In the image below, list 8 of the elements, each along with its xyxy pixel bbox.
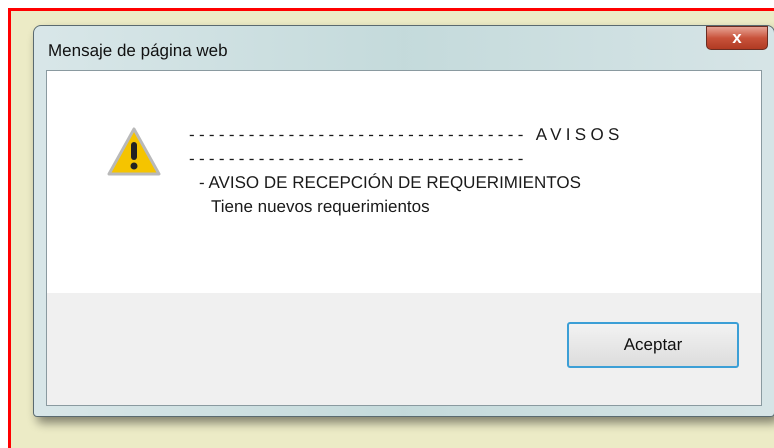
warning-icon <box>107 127 161 177</box>
message-line: - AVISO DE RECEPCIÓN DE REQUERIMIENTOS <box>199 172 581 194</box>
window-title: Mensaje de página web <box>48 40 228 62</box>
message-line: Tiene nuevos requerimientos <box>211 196 430 218</box>
accept-button[interactable]: Aceptar <box>567 322 739 368</box>
message-line: ---------------------------------- <box>189 148 528 170</box>
message-line: ---------------------------------- AVISOS <box>189 124 624 146</box>
close-button[interactable]: x <box>706 26 768 50</box>
